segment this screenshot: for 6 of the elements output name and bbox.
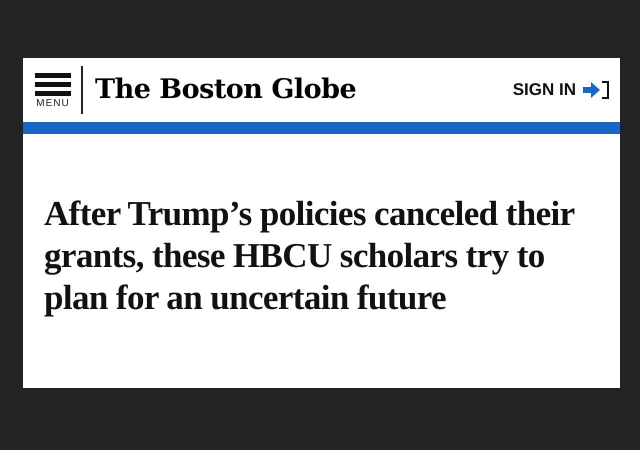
- article-headline: After Trump’s policies canceled their grants, these HBCU scholars try to plan for an uncertain future: [44, 193, 576, 319]
- sign-in-icon: [582, 80, 610, 100]
- sign-in-button[interactable]: SIGN IN: [512, 77, 610, 103]
- menu-button[interactable]: MENU: [31, 71, 75, 109]
- menu-icon: [35, 71, 71, 99]
- site-logo[interactable]: The Boston Globe: [95, 70, 356, 110]
